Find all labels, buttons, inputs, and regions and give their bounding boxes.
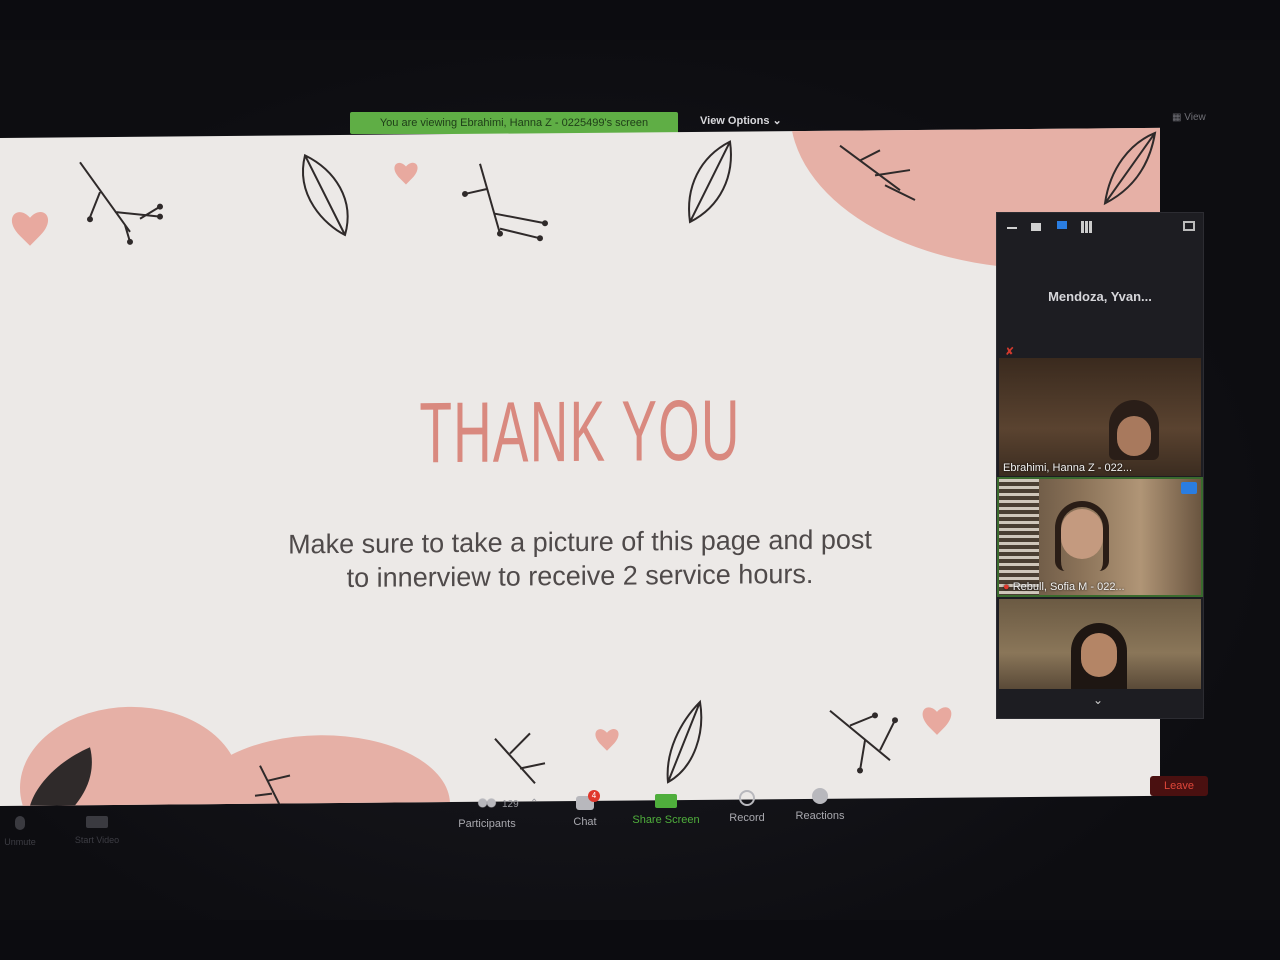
video-tile[interactable]: ● Rebull, Sofia M - 022... [997,477,1203,597]
branch-icon [464,163,546,240]
heart-icon [11,212,49,246]
window-blinds [999,479,1039,595]
pop-out-icon[interactable] [1183,221,1195,231]
branch-icon [79,161,161,243]
minimize-icon[interactable] [1007,227,1017,229]
leaf-icon [30,747,92,806]
branch-icon [494,732,546,785]
participants-count: 129 [502,799,519,810]
leaf-icon [302,153,349,237]
share-screen-button[interactable]: Share Screen [628,794,704,826]
participant-name: ● Rebull, Sofia M - 022... [1003,581,1125,593]
start-video-button[interactable]: Start Video [62,816,132,846]
active-speaker-name: Mendoza, Yvan... [1048,289,1152,304]
smiley-icon [812,788,828,804]
slide-title: THANK YOU [419,382,741,482]
slide-body-text: Make sure to take a picture of this page… [0,520,1160,598]
mic-muted-icon: ✘ [1005,346,1015,358]
record-label: Record [729,812,765,824]
share-screen-label: Share Screen [632,814,700,826]
mute-label: Unmute [4,837,36,847]
view-label: View [1184,112,1206,123]
start-video-label: Start Video [74,835,120,845]
microphone-icon [15,816,25,830]
video-gallery-panel: Mendoza, Yvan... ✘ Ebrahimi, Hanna Z - 0… [996,212,1204,719]
reactions-button[interactable]: Reactions [790,788,850,822]
participants-label: Participants [458,818,516,830]
viewing-screen-banner: You are viewing Ebrahimi, Hanna Z - 0225… [350,112,678,134]
view-options-label: View Options [700,115,770,127]
mute-button[interactable]: Unmute [0,816,40,848]
chevron-up-icon[interactable]: ⌃ [530,798,538,809]
participant-name: Ebrahimi, Hanna Z - 022... [1003,462,1133,474]
branch-icon [829,709,896,771]
hide-video-icon[interactable] [1031,223,1041,231]
video-off-icon [86,816,108,828]
chat-label: Chat [573,816,597,828]
record-button[interactable]: Record [722,790,772,824]
heart-icon [595,729,619,751]
view-button[interactable]: ▦ View [1172,112,1206,123]
branch-icon [839,144,916,201]
record-icon [739,790,755,806]
gallery-toolbar [1003,219,1195,235]
chat-button[interactable]: Chat [562,796,608,828]
share-screen-icon [655,794,677,808]
leaf-icon [688,140,732,224]
leaf-icon [666,699,703,784]
gallery-view-icon[interactable] [1081,221,1093,233]
branch-icon [254,765,291,806]
chevron-down-icon[interactable]: ⌄ [1093,693,1103,707]
more-options-icon[interactable] [1181,482,1197,494]
video-tile[interactable]: Ebrahimi, Hanna Z - 022... [999,358,1201,476]
reactions-label: Reactions [795,810,845,822]
shared-slide: THANK YOU Make sure to take a picture of… [0,127,1160,806]
participant-face [1117,416,1151,456]
participants-icon [476,798,498,812]
chevron-down-icon: ⌄ [772,115,782,127]
heart-icon [922,707,952,735]
participant-name-text: Rebull, Sofia M - 022... [1012,581,1125,593]
chat-unread-badge: 4 [588,790,600,802]
leaf-icon [1103,131,1157,206]
mic-muted-icon: ● [1003,581,1010,593]
view-options-button[interactable]: View Options ⌄ [700,110,782,132]
speaker-view-icon[interactable] [1057,221,1067,229]
video-tile[interactable] [999,599,1201,689]
heart-icon [394,162,418,185]
participant-hair [1055,501,1109,571]
grid-icon: ▦ [1172,112,1182,123]
leave-button[interactable]: Leave [1150,776,1208,796]
participant-face [1081,633,1117,677]
